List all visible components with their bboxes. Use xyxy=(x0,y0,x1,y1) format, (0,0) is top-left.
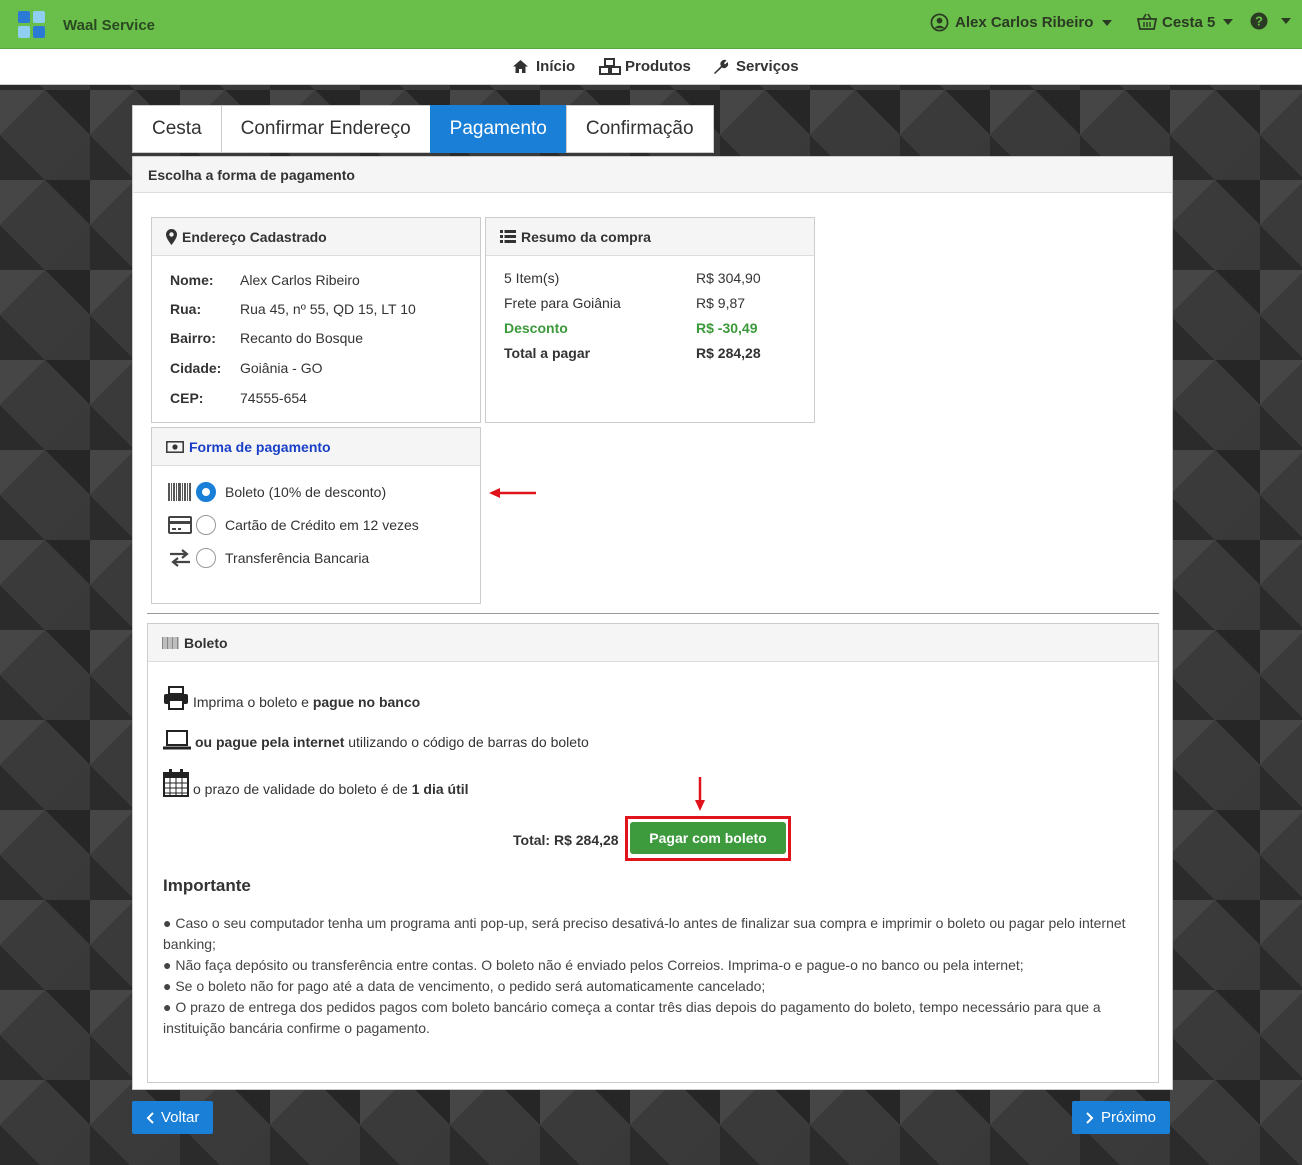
help-menu[interactable]: ? xyxy=(1250,12,1291,30)
checkout-tabs: Cesta Confirmar Endereço Pagamento Confi… xyxy=(132,105,714,153)
cart-label: Cesta 5 xyxy=(1162,13,1216,31)
divider xyxy=(147,613,1159,614)
cartao-radio[interactable] xyxy=(196,515,216,535)
nav-produtos[interactable]: Produtos xyxy=(599,58,691,75)
boleto-info-print: Imprima o boleto e pague no banco xyxy=(163,686,420,710)
payment-method-panel: Forma de pagamento Boleto (10% de descon… xyxy=(151,427,481,604)
main-nav: Início Produtos Serviços xyxy=(0,49,1302,85)
user-menu[interactable]: Alex Carlos Ribeiro xyxy=(930,13,1113,32)
tab-confirmacao[interactable]: Confirmação xyxy=(565,105,714,153)
boleto-info-internet: ou pague pela internet utilizando o códi… xyxy=(163,730,589,750)
annotation-arrow-down-icon xyxy=(695,777,705,811)
payment-card: Escolha a forma de pagamento Endereço Ca… xyxy=(132,156,1173,1090)
address-panel: Endereço Cadastrado Nome: Alex Carlos Rib… xyxy=(151,217,481,423)
list-icon xyxy=(500,230,516,243)
chevron-down-icon xyxy=(1281,18,1291,24)
summary-panel-header: Resumo da compra xyxy=(486,218,814,256)
chevron-left-icon xyxy=(146,1111,154,1124)
help-icon: ? xyxy=(1250,12,1268,30)
list-item: ● Caso o seu computador tenha um program… xyxy=(163,915,1126,952)
printer-icon xyxy=(164,686,188,710)
top-bar: Waal Service Alex Carlos Ribeiro Cesta 5… xyxy=(0,0,1302,49)
money-icon xyxy=(166,440,184,453)
list-item: ● Não faça depósito ou transferência ent… xyxy=(163,957,1024,973)
boleto-total: Total: R$ 284,28 xyxy=(513,832,619,848)
brand-logo-icon[interactable] xyxy=(18,11,46,39)
summary-panel: Resumo da compra 5 Item(s) R$ 304,90 Fret… xyxy=(485,217,815,423)
tab-pagamento[interactable]: Pagamento xyxy=(429,105,566,153)
nav-servicos[interactable]: Serviços xyxy=(712,58,799,75)
list-item: ● O prazo de entrega dos pedidos pagos c… xyxy=(163,999,1101,1036)
payment-option-boleto[interactable]: Boleto (10% de desconto) xyxy=(168,480,386,504)
payment-option-transferencia[interactable]: Transferência Bancaria xyxy=(168,546,369,570)
cubes-icon xyxy=(599,58,621,75)
basket-icon xyxy=(1137,13,1157,30)
important-title: Importante xyxy=(163,876,251,895)
brand-name[interactable]: Waal Service xyxy=(63,17,155,34)
boleto-panel-header: Boleto xyxy=(148,624,1158,662)
nav-inicio[interactable]: Início xyxy=(512,58,575,75)
home-icon xyxy=(513,60,528,73)
credit-card-icon xyxy=(168,516,196,534)
payment-option-cartao[interactable]: Cartão de Crédito em 12 vezes xyxy=(168,513,419,537)
svg-text:?: ? xyxy=(1255,14,1263,29)
transferencia-radio[interactable] xyxy=(196,548,216,568)
important-list: ● Caso o seu computador tenha um program… xyxy=(163,913,1143,1039)
chevron-right-icon xyxy=(1086,1111,1094,1124)
user-name: Alex Carlos Ribeiro xyxy=(955,14,1094,31)
address-panel-header: Endereço Cadastrado xyxy=(152,218,480,256)
list-item: ● Se o boleto não for pago até a data de… xyxy=(163,978,766,994)
boleto-radio[interactable] xyxy=(196,482,216,502)
card-header: Escolha a forma de pagamento xyxy=(133,157,1172,193)
tab-confirmar-endereco[interactable]: Confirmar Endereço xyxy=(220,105,430,153)
wrench-icon xyxy=(714,59,729,74)
next-button[interactable]: Próximo xyxy=(1072,1101,1171,1134)
user-circle-icon xyxy=(930,13,949,32)
barcode-icon xyxy=(168,483,196,501)
pay-with-boleto-button[interactable]: Pagar com boleto xyxy=(630,822,786,854)
calendar-icon xyxy=(163,769,189,797)
payment-method-header: Forma de pagamento xyxy=(152,428,480,466)
annotation-arrow-left-icon xyxy=(489,488,536,498)
back-button[interactable]: Voltar xyxy=(132,1101,214,1134)
tab-cesta[interactable]: Cesta xyxy=(132,105,221,153)
boleto-info-validity: o prazo de validade do boleto é de 1 dia… xyxy=(163,769,469,797)
barcode-icon xyxy=(162,636,179,649)
map-marker-icon xyxy=(166,228,177,245)
laptop-icon xyxy=(163,730,191,750)
cart-menu[interactable]: Cesta 5 xyxy=(1137,13,1234,31)
chevron-down-icon xyxy=(1102,19,1113,26)
exchange-icon xyxy=(168,549,196,567)
chevron-down-icon xyxy=(1223,19,1234,25)
